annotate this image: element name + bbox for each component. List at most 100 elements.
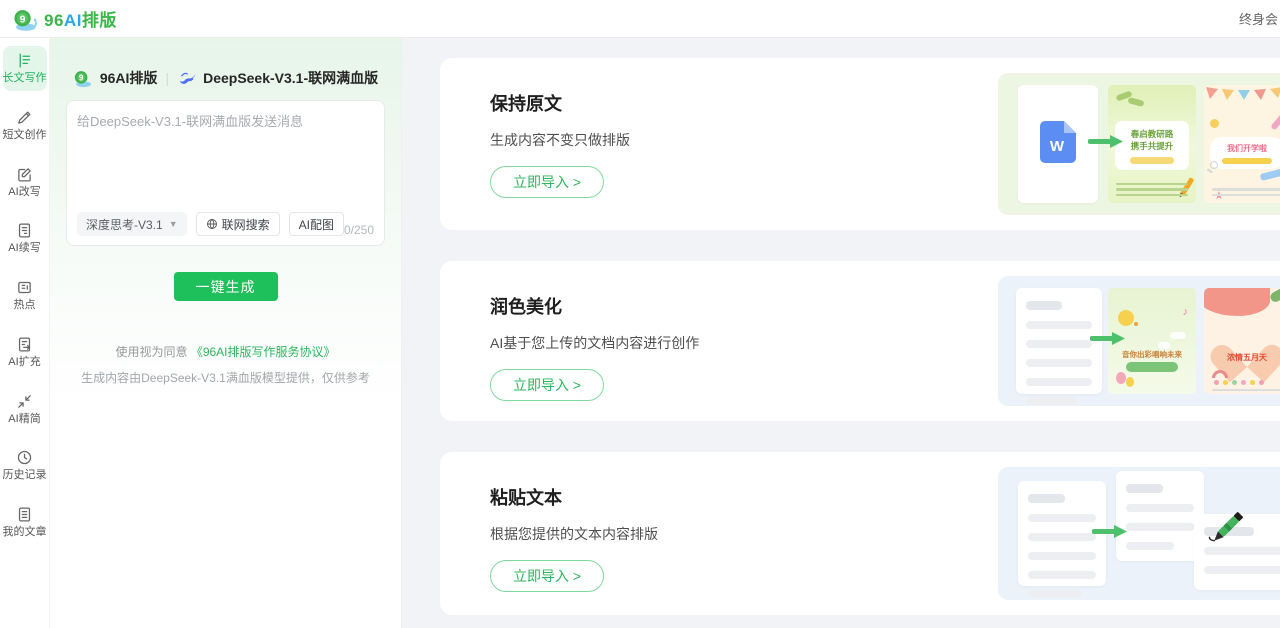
sidebar-item-ai-expand[interactable]: AI扩充	[3, 330, 47, 375]
subtitle-pill	[1222, 158, 1272, 164]
deep-think-label: 深度思考-V3.1	[86, 217, 163, 232]
pencil-icon	[16, 109, 33, 126]
disclaimer-text: 生成内容由DeepSeek-V3.1满血版模型提供，仅供参考	[81, 371, 370, 385]
balloon-decor	[1126, 377, 1134, 387]
sidebar-item-label: 历史记录	[2, 469, 47, 482]
sidebar-item-history[interactable]: 历史记录	[3, 443, 47, 488]
agreement-line: 使用视为同意 《96AI排版写作服务协议》	[50, 343, 401, 360]
magnifier-decor	[1210, 161, 1218, 169]
card-illustration: W 春启教研路 携手共提升 我们开学啦 ★	[998, 73, 1280, 215]
sidebar-item-long-writing[interactable]: 长文写作	[2, 46, 47, 91]
app-root: 9 96AI排版 终身会 长文写作 短文创作 AI改写 AI续写 热点 AI扩充…	[0, 0, 1280, 628]
logo-text: 96AI排版	[44, 11, 117, 30]
poster-body-text-lines	[1212, 386, 1280, 391]
sidebar-item-my-articles[interactable]: 我的文章	[3, 500, 47, 545]
card-desc: AI基于您上传的文档内容进行创作	[490, 335, 700, 351]
lifetime-member-link[interactable]: 终身会	[1239, 9, 1278, 28]
sidebar-item-hot-topics[interactable]: 热点	[3, 273, 47, 318]
composer-chips: 深度思考-V3.1 ▼ 联网搜索 AI配图	[77, 212, 344, 236]
sidebar-item-label: AI改写	[8, 185, 41, 198]
snail-logo-icon: 9	[73, 68, 93, 88]
clock-icon	[16, 449, 33, 466]
sidebar-item-ai-condense[interactable]: AI精简	[3, 387, 47, 432]
flower-decor	[1118, 310, 1134, 326]
svg-text:9: 9	[20, 13, 26, 25]
message-input[interactable]	[67, 101, 384, 193]
agreement-prefix: 使用视为同意	[115, 345, 188, 359]
bunting-flags-decor	[1204, 87, 1280, 103]
poster-title: 浓情五月天	[1227, 352, 1267, 362]
import-now-button[interactable]: 立即导入 >	[490, 166, 605, 198]
flower-row-decor	[1214, 380, 1280, 385]
import-now-button[interactable]: 立即导入 >	[490, 369, 605, 401]
composer-brand-row: 9 96AI排版 | DeepSeek-V3.1-联网满血版	[50, 38, 401, 88]
sidebar-item-label: AI扩充	[8, 355, 41, 368]
doc-arrow-icon	[16, 336, 33, 353]
sidebar-item-label: 长文写作	[2, 72, 47, 84]
ai-image-toggle[interactable]: AI配图	[288, 212, 344, 236]
sidebar-item-ai-rewrite[interactable]: AI改写	[3, 160, 47, 205]
card-desc: 根据您提供的文本内容排版	[490, 526, 658, 542]
composer-brand-label: 96AI排版	[99, 70, 158, 86]
word-doc-thumbnail: W	[1018, 85, 1098, 203]
card-title: 保持原文	[490, 94, 562, 114]
globe-icon	[206, 218, 218, 230]
file-icon	[16, 506, 33, 523]
card-illustration: ♪ 音你出彩唱响未来 浓情五月天	[998, 276, 1280, 406]
pencil-decor	[1270, 111, 1280, 131]
arch-decor	[1204, 288, 1270, 316]
generate-button[interactable]: 一键生成	[173, 272, 278, 301]
deepseek-whale-icon	[177, 71, 196, 86]
subtitle-pill	[1130, 156, 1174, 164]
music-note-decor: ♪	[1182, 306, 1189, 318]
transform-arrow-icon	[1091, 524, 1128, 543]
poster-title: 音你出彩唱响未来	[1122, 350, 1182, 360]
poster-school-opening: 我们开学啦 ★	[1204, 85, 1280, 203]
sidebar-item-short-writing[interactable]: 短文创作	[3, 103, 47, 148]
poster-may-love: 浓情五月天	[1204, 288, 1280, 394]
leaf-decor	[1268, 288, 1280, 304]
composer-model-label: DeepSeek-V3.1-联网满血版	[203, 70, 379, 86]
caret-down-icon: ▼	[168, 219, 178, 229]
edit-square-icon	[16, 166, 33, 183]
compress-icon	[16, 393, 33, 410]
message-box: 深度思考-V3.1 ▼ 联网搜索 AI配图 0/250	[66, 100, 385, 246]
leaf-decor	[1127, 97, 1145, 107]
formatted-doc-thumbnail	[1116, 471, 1204, 561]
agreement-link[interactable]: 《96AI排版写作服务协议》	[191, 345, 336, 359]
subtitle-pill	[1126, 362, 1178, 373]
char-counter: 0/250	[343, 223, 374, 237]
svg-text:9: 9	[79, 74, 84, 83]
sidebar: 长文写作 短文创作 AI改写 AI续写 热点 AI扩充 AI精简 历史记录 我的…	[0, 38, 50, 628]
news-icon	[16, 279, 33, 296]
poster-body-text-lines	[1212, 185, 1280, 196]
poster-title-box: 春启教研路 携手共提升	[1115, 121, 1189, 170]
svg-text:W: W	[1050, 138, 1065, 155]
sidebar-item-label: 热点	[13, 299, 36, 311]
sidebar-item-label: 我的文章	[2, 526, 47, 538]
card-title: 粘贴文本	[490, 488, 562, 508]
deep-think-dropdown[interactable]: 深度思考-V3.1 ▼	[77, 212, 187, 236]
app-logo[interactable]: 9 96AI排版	[12, 6, 117, 32]
web-search-toggle[interactable]: 联网搜索	[195, 212, 280, 236]
transform-arrow-icon	[1089, 332, 1126, 351]
composer-panel: 9 96AI排版 | DeepSeek-V3.1-联网满血版 深度思考-V3.1…	[50, 38, 402, 628]
sidebar-item-label: AI精简	[8, 412, 41, 425]
poster-title-box: 我们开学啦	[1210, 137, 1280, 169]
card-desc: 生成内容不变只做排版	[490, 132, 630, 148]
pen-icon	[1198, 503, 1252, 562]
card-title: 润色美化	[490, 297, 562, 317]
import-now-button[interactable]: 立即导入 >	[490, 560, 605, 592]
web-search-label: 联网搜索	[221, 217, 270, 232]
card-polish-beautify: 润色美化 AI基于您上传的文档内容进行创作 立即导入 > ♪ 音你出彩唱响未来	[440, 261, 1280, 421]
sidebar-item-label: 短文创作	[2, 128, 47, 141]
poster-title-line: 携手共提升	[1130, 141, 1174, 152]
cloud-decor	[1170, 332, 1186, 339]
poster-title: 我们开学啦	[1227, 144, 1267, 153]
sidebar-item-label: AI续写	[8, 242, 41, 255]
poster-body-text-lines	[1116, 180, 1188, 196]
sun-decor	[1210, 119, 1219, 128]
brand-divider: |	[165, 70, 170, 86]
sidebar-item-ai-continue[interactable]: AI续写	[3, 216, 47, 261]
balloon-decor	[1116, 372, 1126, 384]
